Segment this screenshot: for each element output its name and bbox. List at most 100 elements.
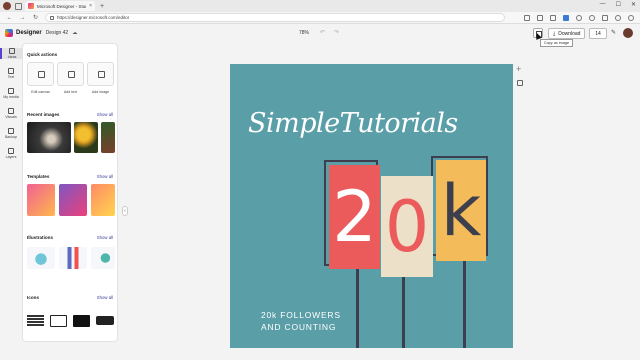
folder-filled-icon[interactable] xyxy=(73,315,90,327)
recent-images-show-all[interactable]: Show all xyxy=(97,112,113,117)
folder-outline-icon[interactable] xyxy=(50,315,67,327)
share-button[interactable]: 14 xyxy=(589,28,607,39)
rail-label: Layers xyxy=(5,155,17,159)
download-label: Download xyxy=(558,30,581,37)
design-canvas[interactable]: SimpleTutorials 2 0 k 20k FOLLOWERS AND … xyxy=(230,64,513,348)
sign-red[interactable]: 2 xyxy=(329,165,380,269)
designer-favicon-icon xyxy=(28,3,34,9)
browser-tab-bar: Microsoft Designer - Stunning d... × + —… xyxy=(0,0,640,12)
window-controls: — ☐ ✕ xyxy=(600,1,636,8)
collapse-panel-button[interactable]: ‹ xyxy=(122,206,128,216)
quick-actions-title: Quick actions xyxy=(27,52,58,57)
edit-canvas-icon xyxy=(38,71,45,78)
rail-item-text[interactable]: Text xyxy=(0,68,22,79)
text-icon xyxy=(8,68,14,74)
download-button[interactable]: ⤓ Download xyxy=(548,28,585,39)
flag-icon[interactable] xyxy=(96,316,114,325)
undo-button[interactable]: ↶ xyxy=(320,29,325,36)
edit-canvas-card[interactable] xyxy=(27,62,54,86)
design-title[interactable]: SimpleTutorials xyxy=(248,108,458,139)
rail-item-my-media[interactable]: My media xyxy=(0,88,22,99)
rail-label: Backup xyxy=(5,135,17,139)
reload-button[interactable]: ↻ xyxy=(32,14,39,21)
add-text-label: Add text xyxy=(63,90,78,94)
address-bar-row: ← → ↻ https://designer.microsoft.com/edi… xyxy=(0,12,640,24)
illustration-thumb-2[interactable] xyxy=(59,247,87,269)
duplicate-page-icon[interactable] xyxy=(517,80,523,86)
recent-images-title: Recent images xyxy=(27,112,60,117)
illustration-thumb-3[interactable] xyxy=(91,247,115,269)
profile-avatar[interactable] xyxy=(3,2,11,10)
footer-line-1[interactable]: 20k FOLLOWERS xyxy=(261,310,341,320)
copilot-icon[interactable] xyxy=(615,14,621,21)
user-avatar[interactable] xyxy=(623,28,633,38)
template-thumb-3[interactable] xyxy=(91,184,115,216)
reader-view-icon[interactable] xyxy=(524,14,530,21)
back-button[interactable]: ← xyxy=(6,15,13,21)
download-icon: ⤓ xyxy=(553,30,556,37)
minimize-button[interactable]: — xyxy=(600,1,606,8)
add-image-card[interactable] xyxy=(87,62,114,86)
side-panel: Quick actions Edit canvas Add text Add i… xyxy=(22,43,118,342)
edit-pen-icon[interactable]: ✎ xyxy=(611,29,616,36)
new-tab-button[interactable]: + xyxy=(100,3,104,10)
layers-icon xyxy=(8,148,14,154)
forward-button[interactable]: → xyxy=(19,15,26,21)
template-thumb-2[interactable] xyxy=(59,184,87,216)
workspaces-icon[interactable] xyxy=(15,2,22,10)
rail-label: Ideas xyxy=(7,55,17,59)
collections-icon[interactable] xyxy=(602,14,608,21)
sign-char-2: 2 xyxy=(332,176,377,258)
split-screen-icon[interactable] xyxy=(550,14,556,21)
sign-char-k: k xyxy=(440,169,482,252)
maximize-button[interactable]: ☐ xyxy=(616,1,621,8)
share-count: 14 xyxy=(595,30,601,37)
add-text-card[interactable] xyxy=(57,62,84,86)
recent-image-2[interactable] xyxy=(74,122,98,153)
recent-image-3[interactable] xyxy=(101,122,115,153)
close-window-button[interactable]: ✕ xyxy=(631,1,636,8)
rail-label: Visuals xyxy=(5,115,17,119)
template-thumb-1[interactable] xyxy=(27,184,55,216)
sign-char-0: 0 xyxy=(384,185,430,268)
favorites-icon[interactable] xyxy=(576,14,582,21)
rail-item-visuals[interactable]: Visuals xyxy=(0,108,22,119)
footer-line-2[interactable]: AND COUNTING xyxy=(261,322,336,332)
icons-title: Icons xyxy=(27,295,39,300)
settings-more-icon[interactable] xyxy=(628,14,634,21)
favorite-star-icon[interactable] xyxy=(537,14,543,21)
rail-label: Text xyxy=(7,75,15,79)
designer-logo-icon xyxy=(5,29,13,37)
document-name[interactable]: Design 42 xyxy=(46,30,69,36)
sign-cream[interactable]: 0 xyxy=(381,176,433,277)
add-text-icon xyxy=(68,71,75,78)
illustrations-show-all[interactable]: Show all xyxy=(97,235,113,240)
add-image-label: Add image xyxy=(91,90,110,94)
lock-icon xyxy=(50,15,54,20)
backup-icon xyxy=(8,128,14,134)
browser-tab[interactable]: Microsoft Designer - Stunning d... × xyxy=(25,1,95,11)
ideas-icon xyxy=(9,48,15,54)
rail-item-layers[interactable]: Layers xyxy=(0,148,22,159)
tab-close-icon[interactable]: × xyxy=(89,3,92,9)
copy-as-image-tooltip: Copy as image xyxy=(540,39,573,47)
sign-yellow[interactable]: k xyxy=(436,160,486,261)
extension-icon[interactable] xyxy=(563,14,569,21)
history-icon[interactable] xyxy=(589,14,595,21)
zoom-level[interactable]: 78% xyxy=(299,30,309,36)
edit-canvas-label: Edit canvas xyxy=(31,90,50,94)
recent-image-1[interactable] xyxy=(27,122,71,153)
redo-button[interactable]: ↷ xyxy=(334,29,339,36)
illustration-thumb-1[interactable] xyxy=(27,247,55,269)
templates-show-all[interactable]: Show all xyxy=(97,174,113,179)
rail-item-backup[interactable]: Backup xyxy=(0,128,22,139)
icons-show-all[interactable]: Show all xyxy=(97,295,113,300)
stack-icon[interactable] xyxy=(27,315,44,327)
add-page-button[interactable]: + xyxy=(516,64,521,74)
url-field[interactable]: https://designer.microsoft.com/editor xyxy=(45,13,505,22)
rail-item-ideas[interactable]: Ideas xyxy=(0,48,22,59)
media-icon xyxy=(8,88,14,94)
illustrations-title: Illustrations xyxy=(27,235,54,240)
sign-pole xyxy=(402,274,405,348)
browser-toolbar-icons xyxy=(524,14,634,21)
